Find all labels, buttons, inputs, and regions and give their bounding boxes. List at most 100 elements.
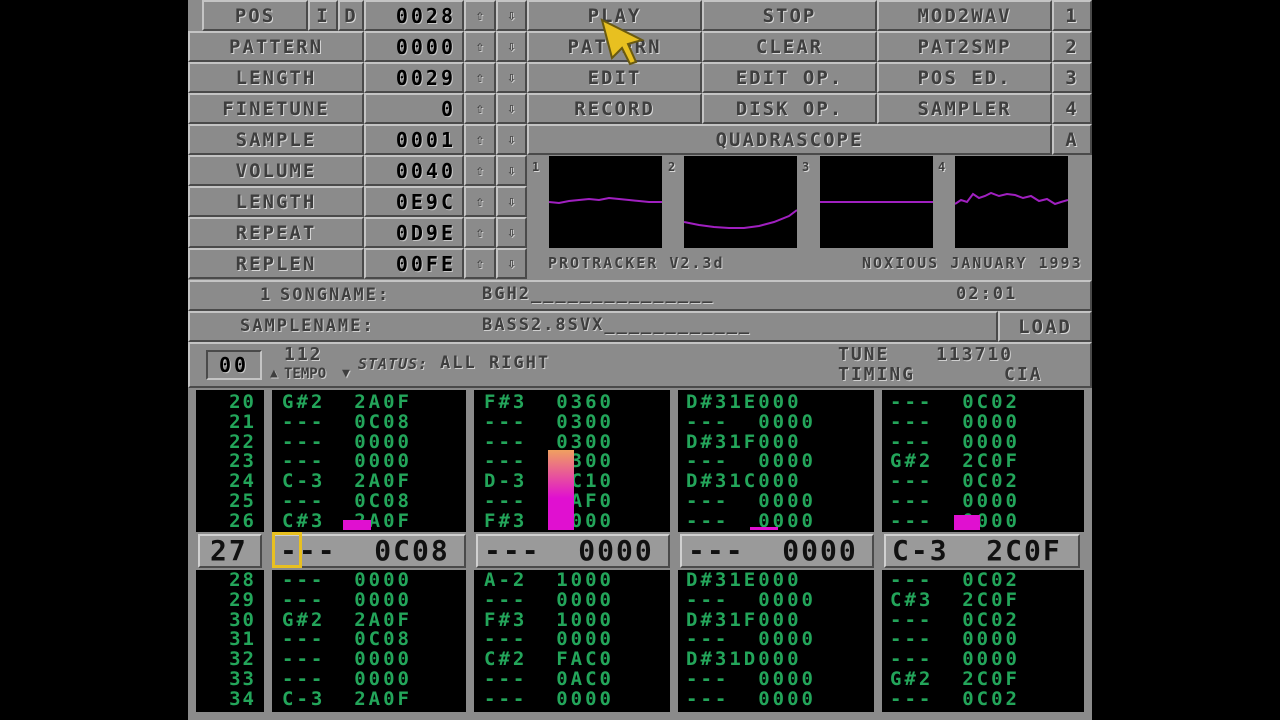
pattern-cell[interactable]: --- 0000 xyxy=(282,669,482,689)
pattern-cell[interactable]: --- 0C08 xyxy=(282,629,482,649)
button-stop[interactable]: STOP xyxy=(702,0,877,31)
pattern-cell[interactable]: --- 0300 xyxy=(484,451,684,471)
scope-channel-2[interactable] xyxy=(684,156,797,248)
pattern-cell[interactable]: --- 0000 xyxy=(686,689,886,709)
button-edit-op[interactable]: EDIT OP. xyxy=(702,62,877,93)
quadrascope-toggle-button[interactable]: A xyxy=(1052,124,1092,155)
pattern-cell[interactable]: F#3 1000 xyxy=(484,610,684,630)
current-row-channel-4[interactable]: C-3 2C0F xyxy=(884,534,1080,568)
increment-4-icon[interactable]: ⇧ xyxy=(464,124,496,155)
pattern-cell[interactable]: --- 0000 xyxy=(890,491,1090,511)
pattern-cell[interactable]: C#3 2A0F xyxy=(282,511,482,531)
scope-channel-1[interactable] xyxy=(549,156,662,248)
button-3[interactable]: 3 xyxy=(1052,62,1092,93)
decrement-6-icon[interactable]: ⇩ xyxy=(496,186,527,217)
songname-field[interactable]: BGH2_______________ xyxy=(482,284,714,304)
samplename-field[interactable]: BASS2.8SVX____________ xyxy=(482,315,751,335)
pattern-cell[interactable]: D#31D000 xyxy=(686,649,886,669)
pattern-cell[interactable]: --- 0C02 xyxy=(890,392,1090,412)
pattern-cell[interactable]: --- 0AC0 xyxy=(484,669,684,689)
button-2[interactable]: 2 xyxy=(1052,31,1092,62)
pattern-cell[interactable]: --- 0C02 xyxy=(890,570,1090,590)
pattern-cell[interactable]: A-2 1000 xyxy=(484,570,684,590)
tempo-up-icon[interactable]: ▲ xyxy=(270,366,278,381)
scope-channel-4[interactable] xyxy=(955,156,1068,248)
decrement-1-icon[interactable]: ⇩ xyxy=(496,31,527,62)
current-row-channel-3[interactable]: --- 0000 xyxy=(680,534,874,568)
pattern-cell[interactable]: --- 0000 xyxy=(686,590,886,610)
pattern-cell[interactable]: D#31C000 xyxy=(686,471,886,491)
insert-pos-button[interactable]: I xyxy=(308,0,338,31)
tempo-down-icon[interactable]: ▼ xyxy=(342,366,350,381)
pattern-cell[interactable]: --- 0000 xyxy=(686,669,886,689)
button-sampler[interactable]: SAMPLER xyxy=(877,93,1052,124)
current-row-channel-2[interactable]: --- 0000 xyxy=(476,534,670,568)
pattern-cell[interactable]: --- 0C02 xyxy=(890,471,1090,491)
pattern-cell[interactable]: --- 0000 xyxy=(282,590,482,610)
button-4[interactable]: 4 xyxy=(1052,93,1092,124)
increment-3-icon[interactable]: ⇧ xyxy=(464,93,496,124)
pattern-cell[interactable]: D#31E000 xyxy=(686,392,886,412)
pattern-cell[interactable]: G#2 2A0F xyxy=(282,392,482,412)
decrement-4-icon[interactable]: ⇩ xyxy=(496,124,527,155)
pattern-cell[interactable]: D#31F000 xyxy=(686,432,886,452)
pattern-cell[interactable]: --- 0C08 xyxy=(282,412,482,432)
pattern-cell[interactable]: --- 0000 xyxy=(484,689,684,709)
decrement-7-icon[interactable]: ⇩ xyxy=(496,217,527,248)
pattern-cell[interactable]: G#2 2C0F xyxy=(890,669,1090,689)
pattern-cell[interactable]: --- 0000 xyxy=(282,570,482,590)
octave-field[interactable]: 00 xyxy=(206,350,262,380)
pattern-cell[interactable]: C-3 2A0F xyxy=(282,689,482,709)
delete-pos-button[interactable]: D xyxy=(338,0,364,31)
pattern-cell[interactable]: D#31E000 xyxy=(686,570,886,590)
pattern-cell[interactable]: --- 0000 xyxy=(282,451,482,471)
quadrascope-label[interactable]: QUADRASCOPE xyxy=(527,124,1052,155)
pattern-cell[interactable]: D#31F000 xyxy=(686,610,886,630)
pattern-cell[interactable]: --- 0000 xyxy=(686,412,886,432)
button-1[interactable]: 1 xyxy=(1052,0,1092,31)
button-pat2smp[interactable]: PAT2SMP xyxy=(877,31,1052,62)
pattern-cell[interactable]: C-3 2A0F xyxy=(282,471,482,491)
decrement-2-icon[interactable]: ⇩ xyxy=(496,62,527,93)
button-edit[interactable]: EDIT xyxy=(527,62,702,93)
button-record[interactable]: RECORD xyxy=(527,93,702,124)
pattern-cell[interactable]: --- 0000 xyxy=(890,412,1090,432)
pattern-cell[interactable]: --- 0C02 xyxy=(890,610,1090,630)
pattern-cell[interactable]: --- 0000 xyxy=(686,511,886,531)
pattern-cell[interactable]: G#2 2C0F xyxy=(890,451,1090,471)
increment-5-icon[interactable]: ⇧ xyxy=(464,155,496,186)
pattern-cell[interactable]: --- 0000 xyxy=(686,491,886,511)
load-button[interactable]: LOAD xyxy=(998,311,1092,342)
scope-channel-3[interactable] xyxy=(820,156,933,248)
pattern-cell[interactable]: F#3 0360 xyxy=(484,392,684,412)
pattern-cell[interactable]: D-3 1C10 xyxy=(484,471,684,491)
increment-2-icon[interactable]: ⇧ xyxy=(464,62,496,93)
increment-8-icon[interactable]: ⇧ xyxy=(464,248,496,279)
pattern-cell[interactable]: --- 0000 xyxy=(686,451,886,471)
pattern-cell[interactable]: C#3 2C0F xyxy=(890,590,1090,610)
decrement-8-icon[interactable]: ⇩ xyxy=(496,248,527,279)
pattern-cell[interactable]: C#2 FAC0 xyxy=(484,649,684,669)
decrement-5-icon[interactable]: ⇩ xyxy=(496,155,527,186)
button-clear[interactable]: CLEAR xyxy=(702,31,877,62)
pattern-cell[interactable]: --- 0000 xyxy=(890,432,1090,452)
pattern-cell[interactable]: --- 0000 xyxy=(890,629,1090,649)
increment-0-icon[interactable]: ⇧ xyxy=(464,0,496,31)
pattern-cell[interactable]: --- 0000 xyxy=(890,649,1090,669)
decrement-3-icon[interactable]: ⇩ xyxy=(496,93,527,124)
increment-6-icon[interactable]: ⇧ xyxy=(464,186,496,217)
decrement-0-icon[interactable]: ⇩ xyxy=(496,0,527,31)
pattern-cell[interactable]: --- 0300 xyxy=(484,432,684,452)
pattern-cell[interactable]: --- 0AF0 xyxy=(484,491,684,511)
pattern-cell[interactable]: --- 0000 xyxy=(890,511,1090,531)
pattern-cell[interactable]: --- 0C08 xyxy=(282,491,482,511)
button-disk-op[interactable]: DISK OP. xyxy=(702,93,877,124)
increment-7-icon[interactable]: ⇧ xyxy=(464,217,496,248)
button-pos-ed[interactable]: POS ED. xyxy=(877,62,1052,93)
pattern-cell[interactable]: F#3 1000 xyxy=(484,511,684,531)
pattern-cell[interactable]: G#2 2A0F xyxy=(282,610,482,630)
pattern-cell[interactable]: --- 0000 xyxy=(686,629,886,649)
button-mod2wav[interactable]: MOD2WAV xyxy=(877,0,1052,31)
increment-1-icon[interactable]: ⇧ xyxy=(464,31,496,62)
pattern-cell[interactable]: --- 0000 xyxy=(484,590,684,610)
